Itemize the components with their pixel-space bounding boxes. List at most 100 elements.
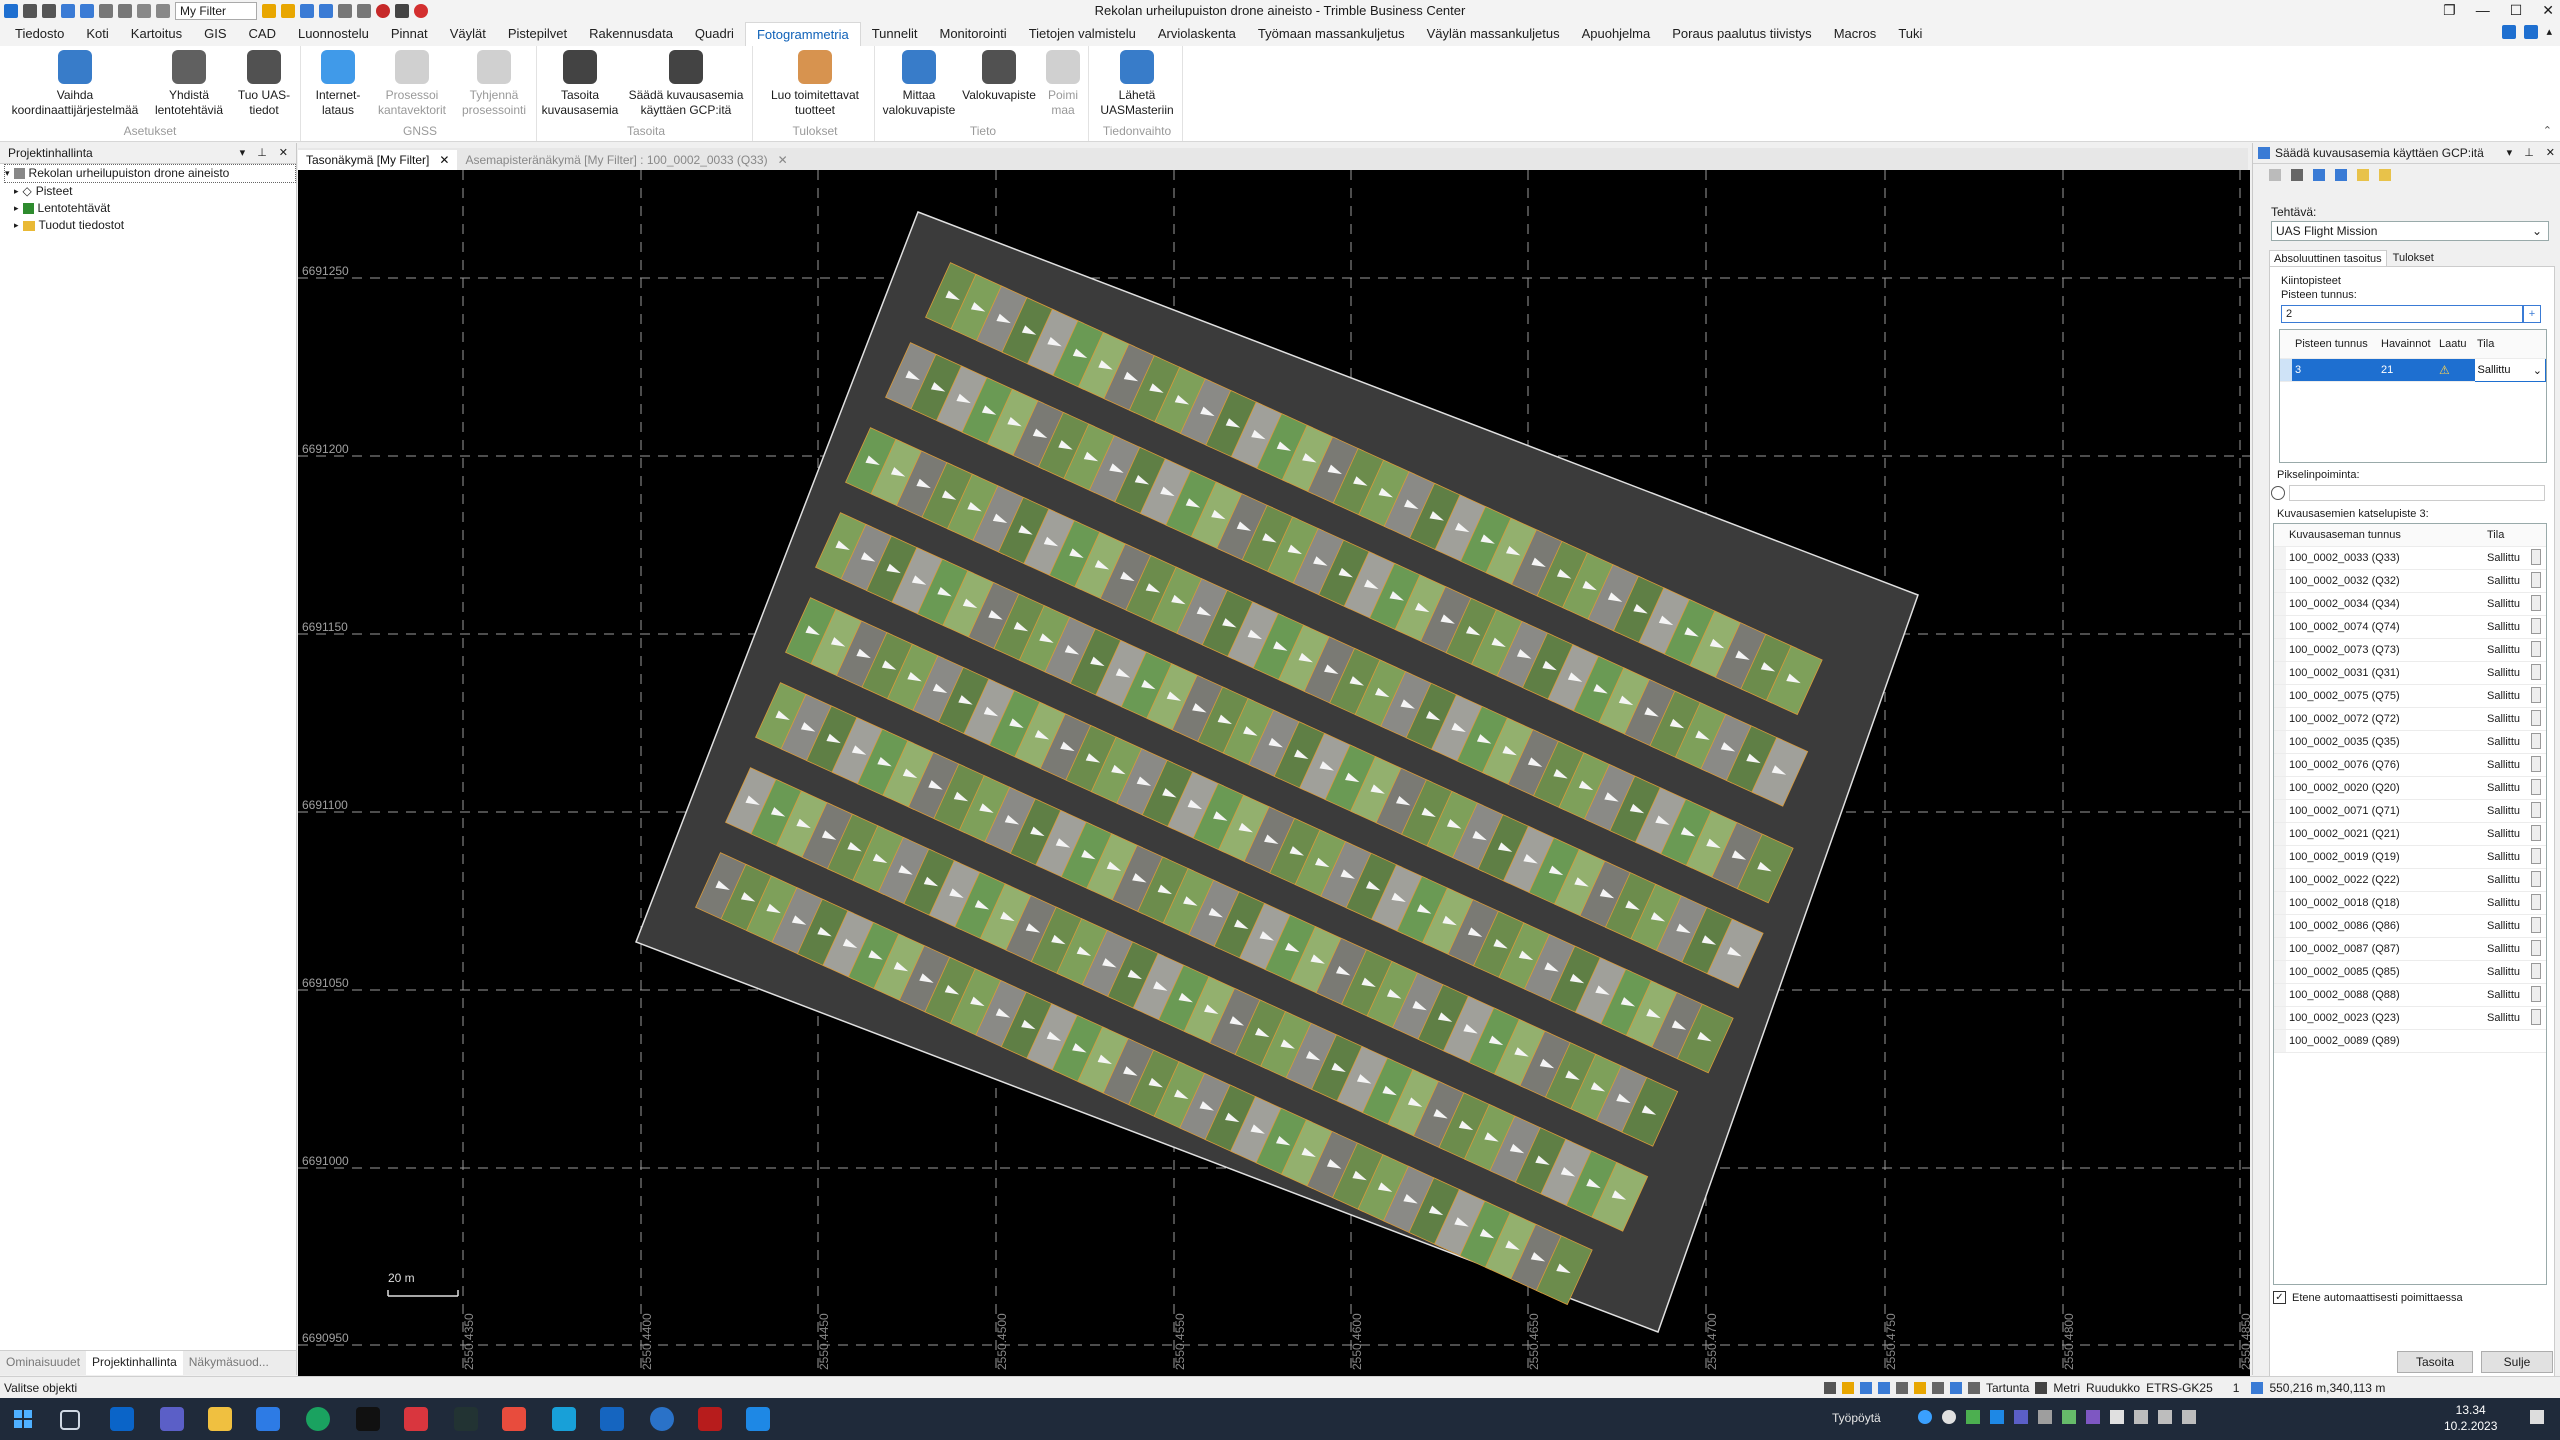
panel-menu-icon[interactable]: ▾	[240, 143, 246, 163]
toolbar-icon-4[interactable]	[2335, 169, 2347, 181]
plan-view-canvas[interactable]: 6691250 6691200 6691150 6691100 6691050 66910…	[298, 170, 2250, 1376]
row-checkbox[interactable]	[2531, 640, 2541, 657]
tab-tiedosto[interactable]: Tiedosto	[4, 22, 75, 46]
table-row[interactable]: 3 21 ⚠ Sallittu ⌄	[2280, 358, 2546, 382]
maximize-window-icon[interactable]: ☐	[2510, 2, 2523, 19]
station-status-cell[interactable]: Sallittu	[2484, 684, 2528, 708]
station-status-cell[interactable]: Sallittu	[2484, 960, 2528, 984]
battery-icon[interactable]	[2182, 1410, 2196, 1424]
station-status-cell[interactable]: Sallittu	[2484, 1006, 2528, 1030]
tab-project-explorer[interactable]: Projektinhallinta	[86, 1351, 183, 1375]
tree-item-points[interactable]: ▸ ◇ Pisteet	[4, 183, 296, 200]
tree-root[interactable]: ▾ Rekolan urheilupuiston drone aineisto	[4, 164, 296, 183]
panel-close-icon[interactable]: ✕	[279, 143, 288, 163]
crosshair-icon[interactable]	[2271, 486, 2285, 500]
app-icon-6[interactable]	[698, 1407, 722, 1431]
table-row[interactable]: 100_0002_0022 (Q22) Sallittu	[2274, 868, 2546, 892]
row-checkbox[interactable]	[2531, 1008, 2541, 1025]
table-row[interactable]: 100_0002_0018 (Q18) Sallittu	[2274, 891, 2546, 915]
grid-label[interactable]: Ruudukko	[2086, 1381, 2140, 1395]
tab-pinnat[interactable]: Pinnat	[380, 22, 439, 46]
row-checkbox[interactable]	[2531, 594, 2541, 611]
row-checkbox[interactable]	[2531, 939, 2541, 956]
app-icon-2[interactable]	[454, 1407, 478, 1431]
row-checkbox[interactable]	[2531, 571, 2541, 588]
pdf-icon[interactable]	[404, 1407, 428, 1431]
tray-icon-3[interactable]	[1990, 1410, 2004, 1424]
table-row[interactable]: 100_0002_0023 (Q23) Sallittu	[2274, 1006, 2546, 1030]
tray-icon-2[interactable]	[1966, 1410, 1980, 1424]
tab-macros[interactable]: Macros	[1823, 22, 1888, 46]
row-checkbox[interactable]	[2531, 801, 2541, 818]
station-status-cell[interactable]: Sallittu	[2484, 822, 2528, 846]
measure-photo-point-button[interactable]: Mittaa valokuvapiste	[878, 50, 960, 118]
row-checkbox[interactable]	[2531, 732, 2541, 749]
col-header-status[interactable]: Tila	[2484, 524, 2528, 547]
table-row[interactable]: 100_0002_0071 (Q71) Sallittu	[2274, 799, 2546, 823]
notifications-icon[interactable]	[2530, 1410, 2544, 1424]
table-row[interactable]: 100_0002_0074 (Q74) Sallittu	[2274, 615, 2546, 639]
station-status-cell[interactable]: Sallittu	[2484, 661, 2528, 685]
adjust-stations-button[interactable]: Tasoita kuvausasemia	[540, 50, 620, 118]
pixel-pick-input[interactable]	[2289, 485, 2545, 501]
adjust-gcp-button[interactable]: Säädä kuvausasemia käyttäen GCP:itä	[620, 50, 752, 118]
station-status-cell[interactable]: Sallittu	[2484, 638, 2528, 662]
app-icon-7[interactable]	[746, 1407, 770, 1431]
grid-snap-icon[interactable]	[1878, 1382, 1890, 1394]
crs-label[interactable]: ETRS-GK25	[2146, 1381, 2213, 1395]
globe-button[interactable]: Vaihda koordinaattijärjestelmää	[0, 50, 150, 118]
app-icon-5[interactable]	[600, 1407, 624, 1431]
clear-process-button[interactable]: Tyhjennä prosessointi	[452, 50, 536, 118]
table-row[interactable]: 100_0002_0021 (Q21) Sallittu	[2274, 822, 2546, 846]
pin-icon[interactable]: ⊥	[257, 143, 267, 163]
table-row[interactable]: 100_0002_0086 (Q86) Sallittu	[2274, 914, 2546, 938]
station-status-cell[interactable]: Sallittu	[2484, 615, 2528, 639]
row-checkbox[interactable]	[2531, 663, 2541, 680]
wifi-icon[interactable]	[2134, 1410, 2148, 1424]
close-tab-icon[interactable]: ✕	[778, 150, 788, 170]
tab-koti[interactable]: Koti	[75, 22, 119, 46]
tab-rakennusdata[interactable]: Rakennusdata	[578, 22, 684, 46]
table-row[interactable]: 100_0002_0072 (Q72) Sallittu	[2274, 707, 2546, 731]
table-row[interactable]: 100_0002_0088 (Q88) Sallittu	[2274, 983, 2546, 1007]
tray-icon-1[interactable]	[1942, 1410, 1956, 1424]
tab-poraus-paalutus-tiivistys[interactable]: Poraus paalutus tiivistys	[1661, 22, 1822, 46]
row-checkbox[interactable]	[2531, 548, 2541, 565]
table-row[interactable]: 100_0002_0019 (Q19) Sallittu	[2274, 845, 2546, 869]
tab-absolute-adjust[interactable]: Absoluuttinen tasoitus	[2269, 250, 2387, 267]
filter-status-icon[interactable]	[1860, 1382, 1872, 1394]
close-button[interactable]: Sulje	[2481, 1351, 2553, 1373]
expand-icon[interactable]: ▸	[14, 217, 19, 234]
tab-cad[interactable]: CAD	[238, 22, 287, 46]
pin-icon[interactable]: ⊥	[2524, 143, 2534, 163]
expand-icon[interactable]: ▸	[14, 200, 19, 217]
table-row[interactable]: 100_0002_0032 (Q32) Sallittu	[2274, 569, 2546, 593]
start-icon[interactable]	[14, 1410, 32, 1428]
snap-icon[interactable]	[1824, 1382, 1836, 1394]
snap-mode-icon[interactable]	[1842, 1382, 1854, 1394]
cursor-status-icon[interactable]	[1968, 1382, 1980, 1394]
tab-tuki[interactable]: Tuki	[1887, 22, 1933, 46]
table-row[interactable]: 100_0002_0033 (Q33) Sallittu	[2274, 546, 2546, 570]
tab-luonnostelu[interactable]: Luonnostelu	[287, 22, 380, 46]
station-status-cell[interactable]: Sallittu	[2484, 891, 2528, 915]
station-status-cell[interactable]: Sallittu	[2484, 799, 2528, 823]
col-header-status[interactable]: Tila	[2474, 330, 2546, 359]
station-status-cell[interactable]: Sallittu	[2484, 592, 2528, 616]
station-status-cell[interactable]: Sallittu	[2484, 707, 2528, 731]
station-status-cell[interactable]: Sallittu	[2484, 868, 2528, 892]
tab-työmaan-massankuljetus[interactable]: Työmaan massankuljetus	[1247, 22, 1416, 46]
tbc-icon[interactable]	[650, 1407, 674, 1431]
station-status-cell[interactable]: Sallittu	[2484, 730, 2528, 754]
tray-icon-5[interactable]	[2038, 1410, 2052, 1424]
ribbon-collapse-icon[interactable]: ⌃	[2543, 124, 2552, 137]
table-row[interactable]: 100_0002_0073 (Q73) Sallittu	[2274, 638, 2546, 662]
pick-ground-button[interactable]: Poimi maa	[1038, 50, 1088, 118]
row-checkbox[interactable]	[2531, 778, 2541, 795]
tree-item-imported-files[interactable]: ▸ Tuodut tiedostot	[4, 217, 296, 234]
explorer-icon[interactable]	[208, 1407, 232, 1431]
tab-apuohjelma[interactable]: Apuohjelma	[1571, 22, 1662, 46]
row-checkbox[interactable]	[2531, 847, 2541, 864]
panel-menu-icon[interactable]: ▾	[2507, 143, 2513, 163]
tab-tietojen-valmistelu[interactable]: Tietojen valmistelu	[1018, 22, 1147, 46]
